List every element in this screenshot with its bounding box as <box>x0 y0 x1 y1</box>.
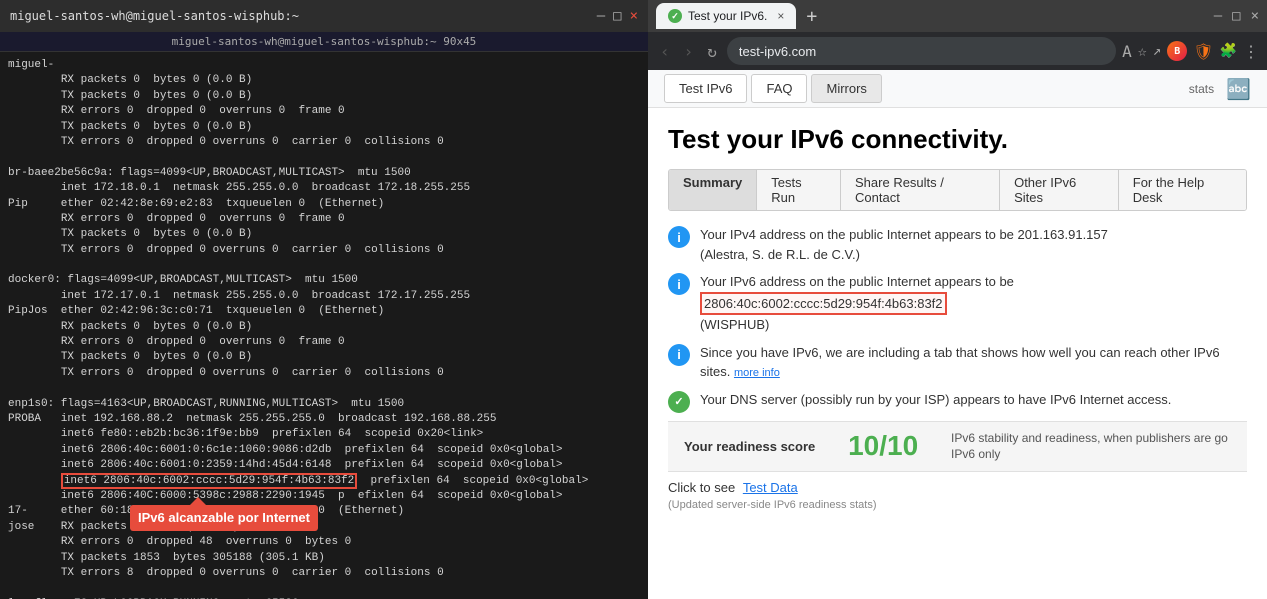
browser-titlebar: ✓ Test your IPv6. × + – □ × <box>648 0 1267 32</box>
translate-icon[interactable]: A <box>1122 42 1132 61</box>
maximize-button[interactable]: □ <box>613 8 621 24</box>
info-item-ipv6-tab: i Since you have IPv6, we are including … <box>668 343 1247 382</box>
browser-navbar: ‹ › ↻ test-ipv6.com A ☆ ↗ B 🛡 🧩 ⋮ <box>648 32 1267 70</box>
browser-maximize-button[interactable]: □ <box>1232 8 1240 24</box>
minimize-button[interactable]: – <box>597 8 605 24</box>
back-button[interactable]: ‹ <box>656 40 674 63</box>
readiness-bar: Your readiness score 10/10 IPv6 stabilit… <box>668 421 1247 473</box>
readiness-label: Your readiness score <box>684 439 815 454</box>
site-nav-test-ipv6[interactable]: Test IPv6 <box>664 74 747 103</box>
ipv6-info-text: Your IPv6 address on the public Internet… <box>700 272 1247 335</box>
share-icon[interactable]: ↗ <box>1153 43 1161 59</box>
test-data-prefix: Click to see <box>668 480 735 495</box>
reload-button[interactable]: ↻ <box>703 40 721 63</box>
extensions-icon[interactable]: 🧩 <box>1220 43 1237 59</box>
test-data-section: Click to see Test Data <box>668 480 1247 495</box>
forward-button[interactable]: › <box>680 40 698 63</box>
tab-close-button[interactable]: × <box>777 9 784 23</box>
tab-tests-run[interactable]: Tests Run <box>757 170 841 210</box>
terminal-output: miguel- RX packets 0 bytes 0 (0.0 B) TX … <box>8 58 640 599</box>
browser-close-button[interactable]: × <box>1251 8 1259 24</box>
tab-help-desk[interactable]: For the Help Desk <box>1119 170 1246 210</box>
readiness-score: 10/10 <box>848 430 918 462</box>
terminal-title: miguel-santos-wh@miguel-santos-wisphub:~ <box>10 9 299 23</box>
tab-title: Test your IPv6. <box>688 9 767 23</box>
tab-other-ipv6[interactable]: Other IPv6 Sites <box>1000 170 1119 210</box>
translate-page-icon[interactable]: 🔤 <box>1226 77 1251 101</box>
menu-button[interactable]: ⋮ <box>1243 42 1259 61</box>
info-item-ipv4: i Your IPv4 address on the public Intern… <box>668 225 1247 264</box>
browser-tab[interactable]: ✓ Test your IPv6. × <box>656 3 796 29</box>
site-navbar: Test IPv6 FAQ Mirrors stats 🔤 <box>648 70 1267 108</box>
info-icon-tab: i <box>668 344 690 366</box>
terminal-controls: – □ × <box>597 8 638 24</box>
ipv6-annotation-label: IPv6 alcanzable por Internet <box>130 505 318 531</box>
ipv6-tab-text: Since you have IPv6, we are including a … <box>700 343 1247 382</box>
tab-share-results[interactable]: Share Results / Contact <box>841 170 1000 210</box>
test-data-link[interactable]: Test Data <box>743 480 798 495</box>
new-tab-button[interactable]: + <box>806 6 817 27</box>
browser-content: Test IPv6 FAQ Mirrors stats 🔤 Test your … <box>648 70 1267 599</box>
terminal-panel: miguel-santos-wh@miguel-santos-wisphub:~… <box>0 0 648 599</box>
info-icon-ipv4: i <box>668 226 690 248</box>
content-tabs: Summary Tests Run Share Results / Contac… <box>668 169 1247 211</box>
bottom-note: (Updated server-side IPv6 readiness stat… <box>668 499 1247 511</box>
info-icon-ipv6: i <box>668 273 690 295</box>
bookmark-icon[interactable]: ☆ <box>1138 42 1147 60</box>
shield-icon: 🛡 <box>1193 42 1213 61</box>
browser-title-controls: – □ × <box>1214 8 1259 24</box>
address-bar[interactable]: test-ipv6.com <box>727 37 1116 65</box>
info-items-list: i Your IPv4 address on the public Intern… <box>668 225 1247 413</box>
tab-summary[interactable]: Summary <box>669 170 757 210</box>
ipv6-address-highlight: 2806:40c:6002:cccc:5d29:954f:4b63:83f2 <box>700 292 947 316</box>
readiness-description: IPv6 stability and readiness, when publi… <box>951 430 1231 464</box>
brave-browser-icon: B <box>1167 41 1187 61</box>
dns-info-text: Your DNS server (possibly run by your IS… <box>700 390 1247 410</box>
close-button[interactable]: × <box>630 8 638 24</box>
tab-favicon-icon: ✓ <box>668 9 682 23</box>
page-title: Test your IPv6 connectivity. <box>668 124 1247 155</box>
page-content: Test your IPv6 connectivity. Summary Tes… <box>648 108 1267 599</box>
browser-panel: ✓ Test your IPv6. × + – □ × ‹ › ↻ test-i… <box>648 0 1267 599</box>
more-info-link[interactable]: more info <box>734 367 780 379</box>
nav-icons-right: A ☆ ↗ B 🛡 🧩 ⋮ <box>1122 41 1259 61</box>
highlighted-ipv6-line: inet6 2806:40c:6002:cccc:5d29:954f:4b63:… <box>61 473 357 489</box>
info-item-ipv6: i Your IPv6 address on the public Intern… <box>668 272 1247 335</box>
info-icon-dns: ✓ <box>668 391 690 413</box>
ipv4-info-text: Your IPv4 address on the public Internet… <box>700 225 1247 264</box>
browser-minimize-button[interactable]: – <box>1214 8 1222 24</box>
terminal-body[interactable]: miguel- RX packets 0 bytes 0 (0.0 B) TX … <box>0 52 648 599</box>
terminal-titlebar: miguel-santos-wh@miguel-santos-wisphub:~… <box>0 0 648 32</box>
url-text: test-ipv6.com <box>739 44 816 59</box>
info-item-dns: ✓ Your DNS server (possibly run by your … <box>668 390 1247 413</box>
site-nav-mirrors[interactable]: Mirrors <box>811 74 881 103</box>
site-nav-stats[interactable]: stats <box>1189 82 1214 96</box>
site-nav-faq[interactable]: FAQ <box>751 74 807 103</box>
terminal-subtitle: miguel-santos-wh@miguel-santos-wisphub:~… <box>0 32 648 52</box>
